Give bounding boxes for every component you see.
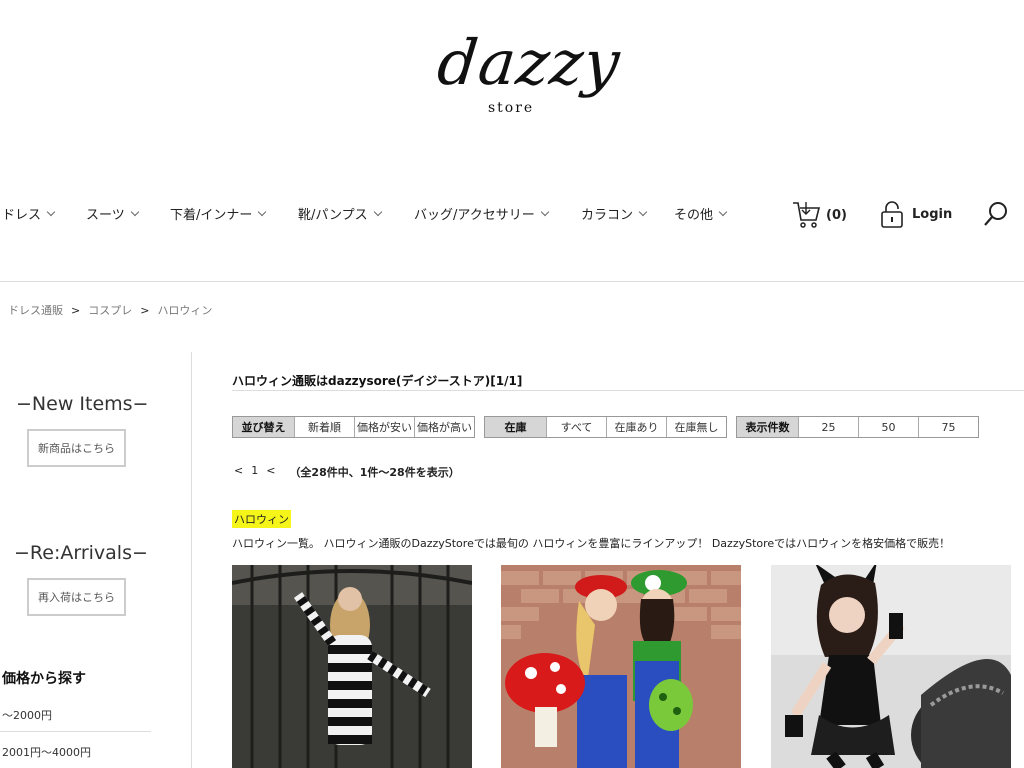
per-page-control: 表示件数 25 50 75 bbox=[736, 416, 979, 438]
chevron-down-icon bbox=[373, 207, 382, 216]
price-range-link[interactable]: 〜2000円 bbox=[2, 707, 52, 723]
breadcrumb-link[interactable]: コスプレ bbox=[88, 302, 132, 318]
logo-wordmark: dazzy bbox=[434, 26, 624, 99]
per-page-option-25[interactable]: 25 bbox=[798, 417, 858, 437]
sort-option-price-high[interactable]: 価格が高い bbox=[414, 417, 474, 437]
nav-item-label: その他 bbox=[674, 208, 714, 223]
sort-option-price-low[interactable]: 価格が安い bbox=[354, 417, 414, 437]
per-page-option-50[interactable]: 50 bbox=[858, 417, 918, 437]
nav-item-label: ドレス bbox=[2, 208, 42, 223]
cart-icon bbox=[793, 202, 820, 228]
main-nav: ドレス スーツ 下着/インナー 靴/パンプス バッグ/アクセサリー カラコン そ… bbox=[0, 204, 1024, 228]
new-items-heading: −New Items− bbox=[16, 393, 149, 415]
store-logo[interactable]: dazzy store bbox=[434, 26, 624, 140]
rearrivals-button[interactable]: 再入荷はこちら bbox=[27, 578, 126, 616]
breadcrumb: ドレス通販 > コスプレ > ハロウィン bbox=[8, 302, 212, 318]
login-label: Login bbox=[912, 206, 953, 222]
stock-label: 在庫 bbox=[485, 417, 546, 437]
sort-control: 並び替え 新着順 価格が安い 価格が高い bbox=[232, 416, 475, 438]
product-card[interactable] bbox=[232, 565, 472, 768]
stock-control: 在庫 すべて 在庫あり 在庫無し bbox=[484, 416, 727, 438]
pager-prev[interactable]: < bbox=[234, 464, 243, 480]
chevron-down-icon bbox=[540, 207, 549, 216]
nav-item-label: カラコン bbox=[581, 208, 634, 223]
nav-item-shoes[interactable]: 靴/パンプス bbox=[298, 204, 382, 223]
price-filter-title: 価格から探す bbox=[2, 671, 86, 687]
breadcrumb-current: ハロウィン bbox=[157, 304, 213, 317]
rearrivals-heading: −Re:Arrivals− bbox=[14, 542, 148, 564]
nav-item-other[interactable]: その他 bbox=[674, 204, 728, 223]
pager-page[interactable]: 1 bbox=[251, 464, 258, 480]
header-divider bbox=[0, 281, 1024, 282]
stock-option-all[interactable]: すべて bbox=[546, 417, 606, 437]
product-image bbox=[501, 565, 741, 768]
nav-item-label: 下着/インナー bbox=[170, 208, 253, 223]
price-divider bbox=[0, 731, 151, 732]
sidebar-divider bbox=[191, 352, 192, 768]
cart-button[interactable]: (0) bbox=[792, 200, 847, 230]
chevron-down-icon bbox=[46, 207, 56, 216]
product-image bbox=[771, 565, 1011, 768]
search-button[interactable] bbox=[982, 200, 1010, 232]
per-page-option-75[interactable]: 75 bbox=[918, 417, 978, 437]
title-divider bbox=[232, 390, 1024, 391]
product-card[interactable] bbox=[501, 565, 741, 768]
cart-count: (0) bbox=[826, 207, 847, 223]
pager-summary: （全28件中、1件〜28件を表示） bbox=[289, 466, 460, 479]
chevron-down-icon bbox=[638, 207, 648, 216]
nav-item-label: 靴/パンプス bbox=[298, 208, 368, 223]
nav-item-label: スーツ bbox=[86, 208, 125, 223]
chevron-down-icon bbox=[258, 207, 267, 216]
nav-item-contacts[interactable]: カラコン bbox=[581, 204, 648, 223]
nav-item-inner[interactable]: 下着/インナー bbox=[170, 204, 267, 223]
breadcrumb-separator: > bbox=[71, 303, 81, 317]
product-image bbox=[232, 565, 472, 768]
search-icon bbox=[984, 202, 1007, 226]
sort-label: 並び替え bbox=[233, 417, 294, 437]
lock-icon bbox=[881, 201, 903, 228]
per-page-label: 表示件数 bbox=[737, 417, 798, 437]
stock-option-out-of-stock[interactable]: 在庫無し bbox=[666, 417, 726, 437]
stock-option-in-stock[interactable]: 在庫あり bbox=[606, 417, 666, 437]
pagination: < 1 < （全28件中、1件〜28件を表示） bbox=[234, 464, 468, 480]
price-range-link[interactable]: 2001円〜4000円 bbox=[2, 744, 91, 760]
chevron-down-icon bbox=[718, 207, 728, 216]
nav-item-bags[interactable]: バッグ/アクセサリー bbox=[414, 204, 549, 223]
category-description: ハロウィン一覧。 ハロウィン通販のDazzyStoreでは最旬の ハロウィンを豊… bbox=[232, 537, 951, 550]
product-card[interactable] bbox=[771, 565, 1011, 768]
nav-item-dress[interactable]: ドレス bbox=[2, 204, 56, 223]
page-title: ハロウィン通販はdazzysore(デイジーストア)[1/1] bbox=[232, 374, 523, 388]
sort-option-newest[interactable]: 新着順 bbox=[294, 417, 354, 437]
category-tag: ハロウィン bbox=[232, 510, 291, 528]
breadcrumb-separator: > bbox=[140, 303, 150, 317]
new-items-button[interactable]: 新商品はこちら bbox=[27, 429, 126, 467]
chevron-down-icon bbox=[130, 207, 139, 216]
nav-item-suits[interactable]: スーツ bbox=[86, 204, 139, 223]
nav-item-label: バッグ/アクセサリー bbox=[414, 208, 535, 223]
pager-next[interactable]: < bbox=[266, 464, 275, 480]
logo-subtitle: store bbox=[488, 100, 535, 116]
breadcrumb-link[interactable]: ドレス通販 bbox=[8, 302, 63, 318]
login-button[interactable]: Login bbox=[880, 200, 952, 228]
